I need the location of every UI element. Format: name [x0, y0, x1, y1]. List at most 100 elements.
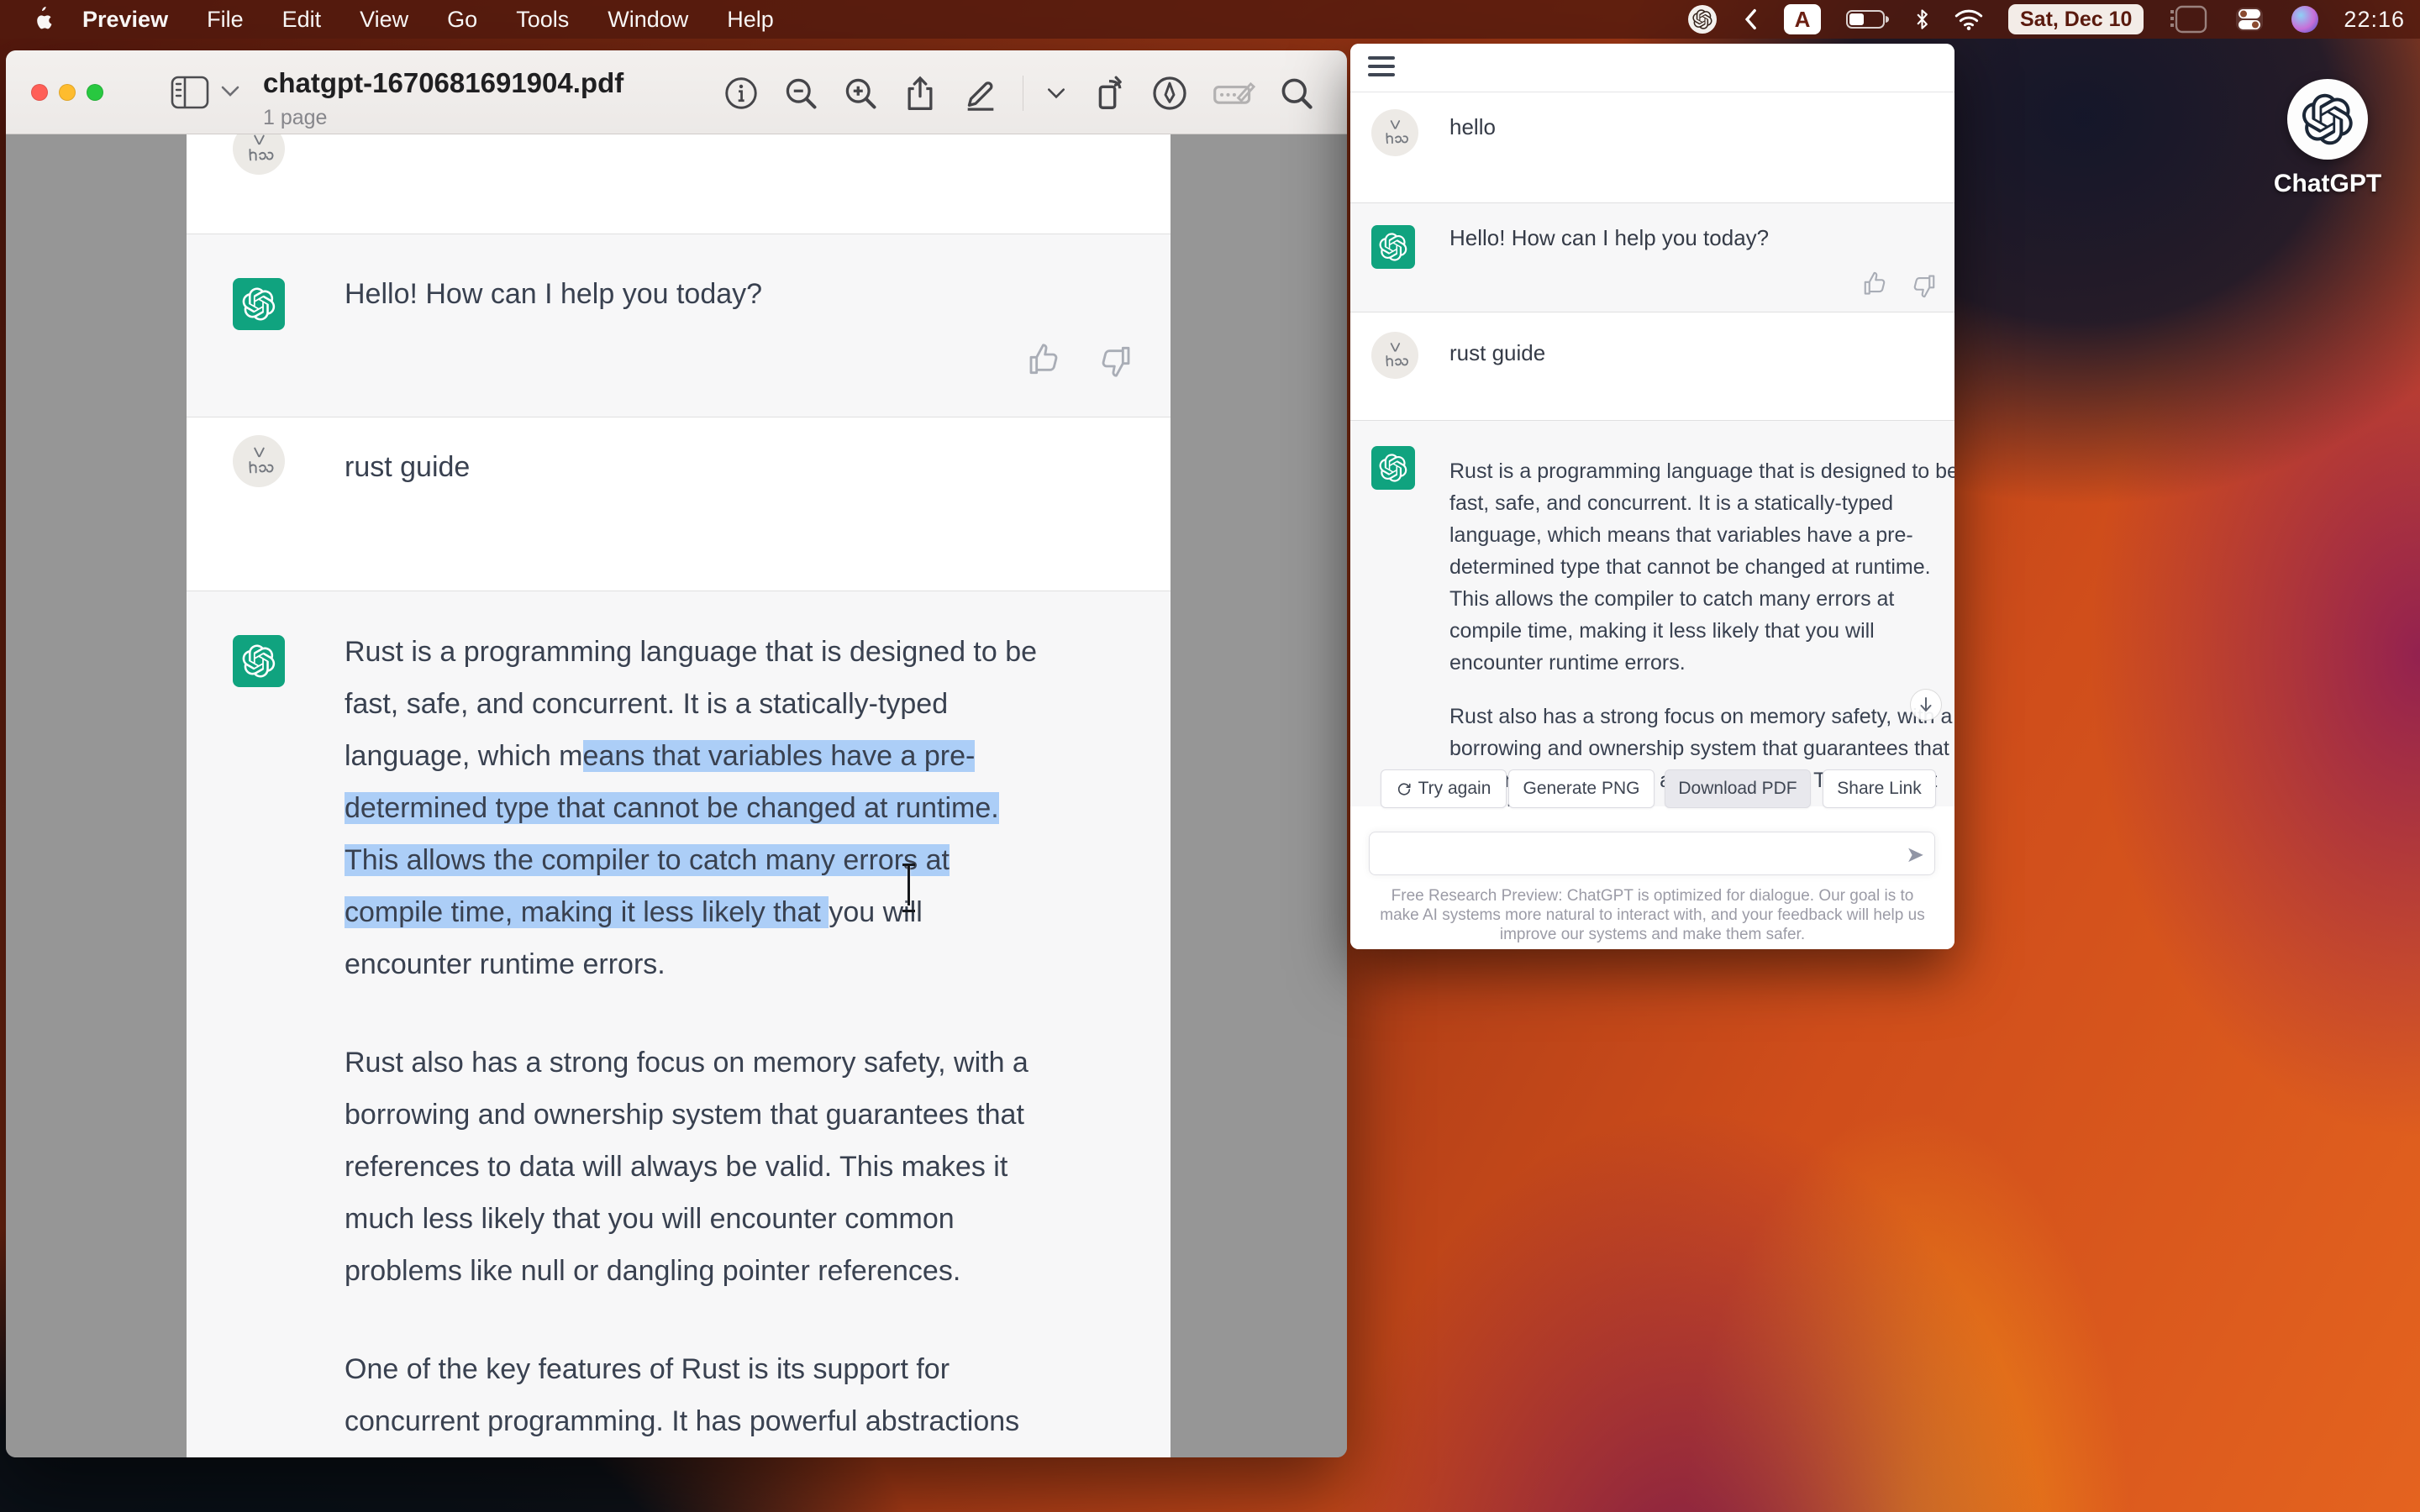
siri-icon[interactable] [2291, 6, 2318, 33]
chatgpt-popup-window: hello Hello! How can I help you today? r… [1350, 44, 1954, 949]
document-page-count: 1 page [263, 106, 623, 130]
pdf-line: determined type that cannot be changed a… [345, 782, 1037, 834]
share-icon[interactable] [902, 75, 939, 112]
thumbs-up-icon[interactable] [1862, 270, 1887, 296]
user-avatar [233, 435, 285, 487]
popup-header [1350, 44, 1954, 92]
pdf-line: encounter runtime errors. [345, 938, 1037, 990]
zoom-button[interactable] [87, 84, 103, 101]
pdf-line: Rust is a programming language that is d… [345, 626, 1037, 678]
thumbs-up-icon [1027, 342, 1060, 375]
zoom-out-icon[interactable] [782, 75, 819, 112]
chevron-left-icon[interactable] [1742, 8, 1759, 30]
share-link-button[interactable]: Share Link [1823, 769, 1936, 808]
preview-titlebar[interactable]: chatgpt-1670681691904.pdf 1 page [6, 50, 1347, 134]
keyboard-input-indicator[interactable]: A [1784, 4, 1821, 34]
pdf-row-user-hello [187, 134, 1171, 234]
pdf-line: for working with threads, and these abst… [345, 1447, 1028, 1457]
sidebar-chevron-down-icon[interactable] [221, 86, 239, 97]
menu-item-window[interactable]: Window [608, 7, 688, 33]
minimize-button[interactable] [59, 84, 76, 101]
pdf-line: concurrent programming. It has powerful … [345, 1395, 1028, 1447]
pdf-line: Rust also has a strong focus on memory s… [345, 1037, 1028, 1089]
pdf-line: This allows the compiler to catch many e… [345, 834, 1037, 886]
menu-item-file[interactable]: File [207, 7, 244, 33]
apple-menu-icon[interactable] [27, 7, 55, 32]
chatgpt-menubar-icon[interactable] [1688, 5, 1717, 34]
scroll-to-bottom-button[interactable] [1910, 689, 1942, 721]
hamburger-menu-icon[interactable] [1368, 56, 1395, 81]
popup-assistant-greeting: Hello! How can I help you today? [1449, 225, 1769, 251]
window-controls [31, 84, 103, 101]
pdf-paragraph-1: Rust is a programming language that is d… [345, 626, 1037, 990]
markup-pen-icon[interactable] [961, 74, 1000, 113]
generate-png-button[interactable]: Generate PNG [1508, 769, 1655, 808]
chatgpt-desktop-icon[interactable]: ChatGPT [2269, 79, 2386, 198]
info-icon[interactable] [723, 75, 760, 112]
menubar-clock[interactable]: 22:16 [2344, 7, 2405, 33]
send-message-icon[interactable]: ➤ [1906, 842, 1924, 868]
sidebar-toggle-icon[interactable] [171, 76, 209, 109]
form-fill-icon[interactable] [1212, 74, 1255, 113]
document-title-block: chatgpt-1670681691904.pdf 1 page [263, 67, 623, 130]
menu-item-edit[interactable]: Edit [282, 7, 322, 33]
thumbs-down-icon [1099, 345, 1133, 379]
pdf-paragraph-2: Rust also has a strong focus on memory s… [345, 1037, 1028, 1297]
zoom-in-icon[interactable] [842, 75, 879, 112]
download-pdf-button[interactable]: Download PDF [1665, 769, 1811, 808]
user-avatar [233, 134, 285, 175]
pdf-paragraph-3: One of the key features of Rust is its s… [345, 1343, 1028, 1457]
pdf-line: language, which means that variables hav… [345, 730, 1037, 782]
bluetooth-icon[interactable] [1915, 8, 1929, 30]
chatgpt-avatar-icon [233, 278, 285, 330]
pdf-line: One of the key features of Rust is its s… [345, 1343, 1028, 1395]
chatgpt-logo-icon [2287, 79, 2368, 160]
menu-item-go[interactable]: Go [447, 7, 477, 33]
popup-action-buttons: Try again Generate PNG Download PDF Shar… [1350, 769, 1954, 808]
wifi-icon[interactable] [1954, 9, 1983, 30]
pdf-line: compile time, making it less likely that… [345, 886, 1037, 938]
menubar-date[interactable]: Sat, Dec 10 [2008, 4, 2144, 34]
search-icon[interactable] [1278, 75, 1315, 112]
popup-row-user-prompt: rust guide [1350, 312, 1954, 420]
chat-message-input[interactable] [1369, 832, 1935, 875]
pdf-line: problems like null or dangling pointer r… [345, 1245, 1028, 1297]
popup-user-message: rust guide [1449, 340, 1545, 366]
screen-mirroring-icon[interactable] [2169, 5, 2207, 34]
menu-item-view[interactable]: View [360, 7, 408, 33]
markup-chevron-down-icon[interactable] [1046, 87, 1066, 100]
control-center-icon[interactable] [2233, 7, 2266, 32]
menu-items: Preview File Edit View Go Tools Window H… [82, 7, 774, 33]
text-selection: This allows the compiler to catch many e… [345, 844, 950, 876]
try-again-button[interactable]: Try again [1381, 769, 1507, 808]
popup-input-panel: ➤ Free Research Preview: ChatGPT is opti… [1350, 806, 1954, 949]
menu-item-tools[interactable]: Tools [516, 7, 569, 33]
chatgpt-avatar-icon [1371, 225, 1415, 269]
popup-user-message: hello [1449, 114, 1496, 140]
user-avatar [1371, 109, 1418, 156]
text-cursor-ibeam [899, 862, 918, 909]
popup-paragraph-1: Rust is a programming language that is d… [1449, 455, 1954, 679]
desktop-icon-label: ChatGPT [2269, 170, 2386, 198]
menu-item-help[interactable]: Help [727, 7, 774, 33]
preview-content-area: Hello! How can I help you today? rust gu… [6, 134, 1347, 1457]
battery-icon[interactable] [1846, 8, 1890, 30]
pdf-line: much less likely that you will encounter… [345, 1193, 1028, 1245]
menu-item-preview[interactable]: Preview [82, 7, 168, 33]
pdf-line: fast, safe, and concurrent. It is a stat… [345, 678, 1037, 730]
document-title: chatgpt-1670681691904.pdf [263, 67, 623, 99]
pdf-page[interactable]: Hello! How can I help you today? rust gu… [187, 134, 1171, 1457]
pdf-row-user-prompt: rust guide [187, 417, 1171, 591]
thumbs-down-icon[interactable] [1912, 274, 1937, 299]
rotate-icon[interactable] [1089, 74, 1128, 113]
menu-bar: Preview File Edit View Go Tools Window H… [0, 0, 2420, 39]
preview-window: chatgpt-1670681691904.pdf 1 page [6, 50, 1347, 1457]
annotate-pen-icon[interactable] [1150, 74, 1189, 113]
popup-row-assistant-greeting: Hello! How can I help you today? [1350, 202, 1954, 312]
pdf-row-assistant-greeting: Hello! How can I help you today? [187, 234, 1171, 417]
popup-row-assistant-answer: Rust is a programming language that is d… [1350, 420, 1954, 806]
close-button[interactable] [31, 84, 48, 101]
user-avatar [1371, 332, 1418, 379]
text-selection: eans that variables have a pre- [583, 740, 976, 772]
pdf-line: borrowing and ownership system that guar… [345, 1089, 1028, 1141]
